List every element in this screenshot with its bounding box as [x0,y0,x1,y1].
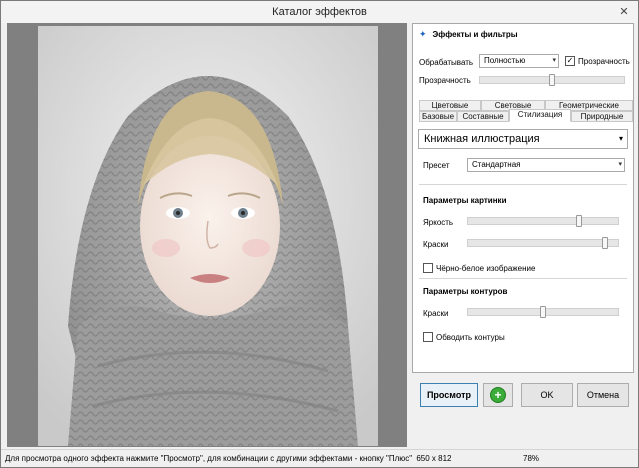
status-hint: Для просмотра одного эффекта нажмите "Пр… [5,454,413,463]
bw-label: Чёрно-белое изображение [436,264,536,273]
tab-composite[interactable]: Составные [457,111,509,122]
divider [419,184,627,185]
preset-select-value: Стандартная [472,160,521,169]
effect-select-value: Книжная иллюстрация [424,133,540,145]
chevron-down-icon: ▾ [618,161,622,168]
slider-thumb[interactable] [549,74,555,86]
slider-thumb[interactable] [576,215,582,227]
status-bar: Для просмотра одного эффекта нажмите "Пр… [1,449,638,467]
divider [419,278,627,279]
process-label: Обрабатывать [419,58,474,67]
process-select[interactable]: Полностью ▾ [479,54,559,68]
contour-colors-label: Краски [423,309,449,318]
panel-header: ✦ Эффекты и фильтры [413,24,633,44]
close-icon[interactable]: ✕ [616,3,632,19]
tab-natural[interactable]: Природные [571,111,633,122]
plus-circle-icon: + [490,387,506,403]
transparency-check-label: Прозрачность [578,57,630,66]
preview-area [7,23,407,447]
panel-title: Эффекты и фильтры [432,29,518,39]
outline-label: Обводить контуры [436,333,505,342]
effects-panel: ✦ Эффекты и фильтры Обрабатывать Полност… [412,23,634,373]
window-title: Каталог эффектов [272,6,367,18]
tab-color[interactable]: Цветовые [419,100,481,111]
preset-select[interactable]: Стандартная ▾ [467,158,625,172]
preset-label: Пресет [423,161,450,170]
contour-params-title: Параметры контуров [423,287,508,296]
cancel-button[interactable]: Отмена [577,383,629,407]
brightness-slider[interactable] [467,215,619,227]
title-bar: Каталог эффектов ✕ [1,1,638,23]
arrow-right-icon: ✦ [419,28,427,39]
bw-checkbox[interactable] [423,263,433,273]
brightness-label: Яркость [423,218,454,227]
colors-slider[interactable] [467,237,619,249]
ok-button[interactable]: OK [521,383,573,407]
add-effect-button[interactable]: + [483,383,513,407]
contour-colors-slider[interactable] [467,306,619,318]
image-dimensions: 650 x 812 [416,454,452,463]
tab-basic[interactable]: Базовые [419,111,457,122]
transparency-slider[interactable] [479,74,625,86]
preview-photo [38,26,378,446]
tab-stylization[interactable]: Стилизация [509,109,571,122]
slider-thumb[interactable] [602,237,608,249]
outline-checkbox[interactable] [423,332,433,342]
chevron-down-icon: ▾ [618,134,623,143]
slider-thumb[interactable] [540,306,546,318]
chevron-down-icon: ▾ [552,57,556,64]
photo-illustration [38,26,378,446]
transparency-slider-label: Прозрачность [419,76,471,85]
picture-params-title: Параметры картинки [423,196,507,205]
zoom-level: 78% [523,454,540,463]
transparency-checkbox[interactable]: ✓ [565,56,575,66]
effects-catalog-window: Каталог эффектов ✕ ✦ Эффекты и фильтры О… [0,0,639,468]
effect-select[interactable]: Книжная иллюстрация ▾ [418,129,628,149]
preview-button[interactable]: Просмотр [420,383,478,407]
process-select-value: Полностью [484,56,526,65]
colors-label: Краски [423,240,449,249]
